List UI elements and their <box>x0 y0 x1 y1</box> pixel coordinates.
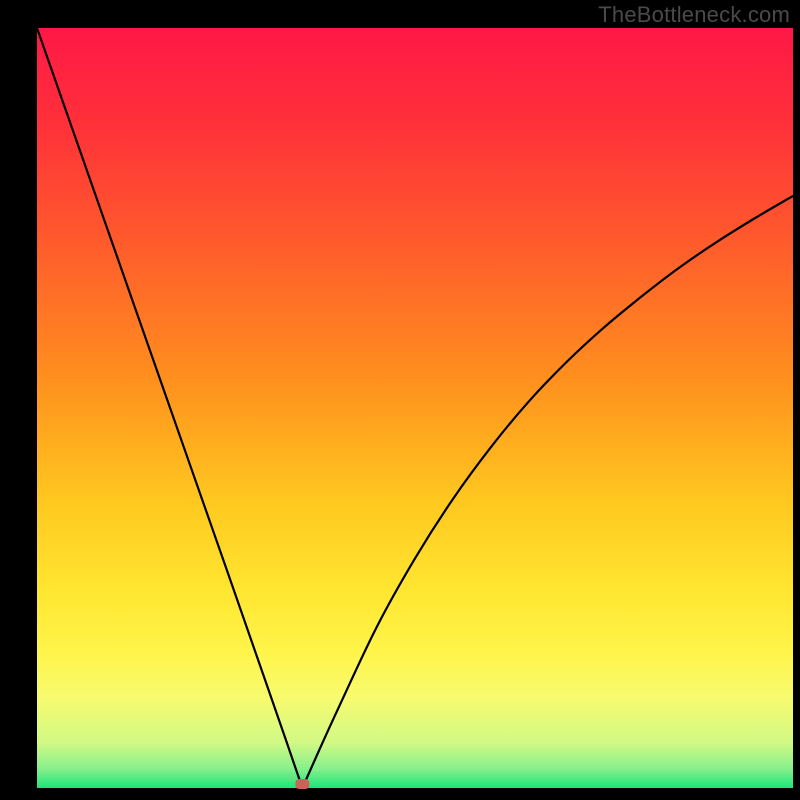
plot-background-gradient <box>37 28 793 788</box>
curve-vertex-marker <box>295 779 309 789</box>
watermark-label: TheBottleneck.com <box>598 2 790 28</box>
bottleneck-chart <box>0 0 800 800</box>
chart-stage: TheBottleneck.com <box>0 0 800 800</box>
